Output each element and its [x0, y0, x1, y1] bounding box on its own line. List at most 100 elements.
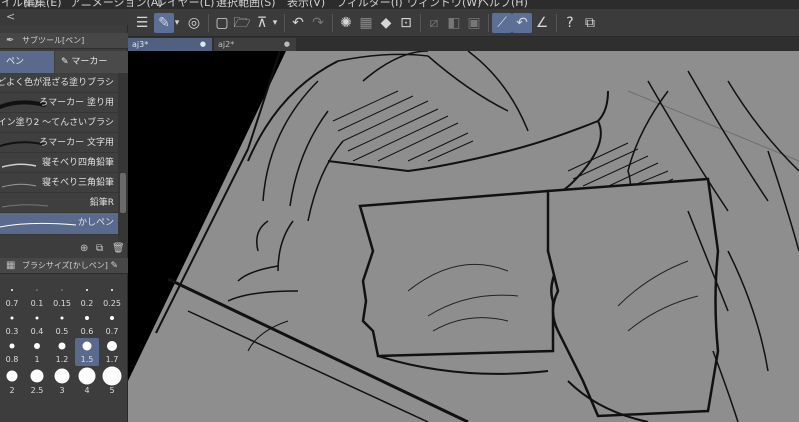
- size-preset[interactable]: 0.1: [25, 282, 49, 310]
- layer-edit-icon[interactable]: ✎: [154, 13, 174, 33]
- spiral-icon[interactable]: ◎: [184, 13, 204, 33]
- snap-special-icon[interactable]: ∠: [532, 13, 552, 33]
- menu-bar: ァイル(F) 編集(E) アニメーション(A) レイヤー(L) 選択範囲(S) …: [0, 0, 799, 9]
- subtool-panel-title: サブツール[ペン]: [22, 36, 85, 45]
- menu-selection[interactable]: 選択範囲(S): [216, 0, 276, 9]
- brush-name: かしペン: [77, 218, 114, 228]
- menu-help[interactable]: ヘルプ(H): [478, 0, 528, 9]
- collapse-panel-button[interactable]: <: [0, 9, 128, 25]
- list-item-selected[interactable]: かしペン: [0, 213, 118, 235]
- grid-icon[interactable]: ▦: [356, 13, 376, 33]
- size-preset[interactable]: 0.15: [50, 282, 74, 310]
- size-preset[interactable]: 5: [100, 366, 124, 395]
- tab-label: aj2*: [218, 40, 235, 49]
- help-icon[interactable]: ?: [560, 13, 580, 33]
- drawing-canvas[interactable]: [128, 51, 799, 422]
- size-preset[interactable]: 4: [75, 366, 99, 395]
- brush-name: ろマーカー 塗り用: [39, 98, 114, 108]
- list-item[interactable]: ほどよく色が混ざる塗りブラシ: [0, 73, 118, 93]
- size-preset[interactable]: 2.5: [25, 366, 49, 395]
- size-preset[interactable]: 1.7: [100, 338, 124, 366]
- menu-edit[interactable]: 編集(E): [24, 0, 62, 9]
- document-tabs: aj3* ● aj2* ●: [128, 37, 799, 51]
- brush-name: メイン塗り2 ～てんさいブラシ: [0, 118, 114, 128]
- stroke-preview-icon: [0, 222, 77, 228]
- size-preset[interactable]: 0.2: [75, 282, 99, 310]
- size-preset[interactable]: 0.7: [0, 282, 24, 310]
- tab-pen[interactable]: ペン: [0, 51, 54, 73]
- size-preset[interactable]: 1: [25, 338, 49, 366]
- menu-animation[interactable]: アニメーション(A): [70, 0, 163, 9]
- size-preset[interactable]: 0.7: [100, 310, 124, 338]
- brush-name: ほどよく色が混ざる塗りブラシ: [0, 78, 114, 88]
- size-preset[interactable]: 1.2: [50, 338, 74, 366]
- tab-document-aj2[interactable]: aj2* ●: [214, 38, 296, 51]
- canvas-area[interactable]: [128, 51, 799, 422]
- subtool-panel-header: ✒ サブツール[ペン]: [0, 33, 128, 49]
- size-preset[interactable]: 0.25: [100, 282, 124, 310]
- window-icon[interactable]: ⧉: [580, 13, 600, 33]
- tab-label: aj3*: [132, 40, 149, 49]
- scrollbar-thumb[interactable]: [120, 173, 126, 213]
- brushsize-panel-header: ▦ ブラシサイズ[かしペン] ✎: [0, 258, 128, 274]
- trash-icon[interactable]: 🗑: [112, 243, 125, 254]
- loading-icon[interactable]: ✺: [336, 13, 356, 33]
- list-item[interactable]: ろマーカー 文字用: [0, 133, 118, 153]
- size-preset[interactable]: 2: [0, 366, 24, 395]
- chevron-down-icon[interactable]: ▾: [270, 13, 280, 33]
- frame-icon[interactable]: ▣: [464, 13, 484, 33]
- transform-icon[interactable]: ⊡: [396, 13, 416, 33]
- tab-marker[interactable]: ✎ マーカー: [55, 51, 128, 73]
- size-preset[interactable]: 0.4: [25, 310, 49, 338]
- clear-icon[interactable]: ◧: [444, 13, 464, 33]
- menu-filter[interactable]: フィルター(I): [336, 0, 403, 9]
- undo-icon[interactable]: ↶: [288, 13, 308, 33]
- brushsize-panel-title: ブラシサイズ[かしペン]: [22, 261, 108, 270]
- brush-list-scrollbar[interactable]: [118, 73, 128, 243]
- brush-name: 寝そべり四角鉛筆: [41, 158, 114, 168]
- open-folder-icon[interactable]: 🗁: [232, 13, 252, 33]
- menu-window[interactable]: ウィンドウ(W): [407, 0, 481, 9]
- list-item[interactable]: 寝そべり三角鉛筆: [0, 173, 118, 193]
- save-icon[interactable]: ⊼: [252, 13, 272, 33]
- brush-name: 寝そべり三角鉛筆: [41, 178, 114, 188]
- size-preset[interactable]: 0.6: [75, 310, 99, 338]
- list-item[interactable]: 寝そべり四角鉛筆: [0, 153, 118, 173]
- snap-curve-icon[interactable]: ↶: [512, 13, 532, 33]
- add-subtool-icon[interactable]: ⊕: [80, 243, 88, 254]
- close-icon[interactable]: ●: [200, 38, 206, 51]
- pen-icon: ✒: [6, 35, 15, 46]
- list-item[interactable]: 鉛筆R: [0, 193, 118, 213]
- size-preset[interactable]: 0.8: [0, 338, 24, 366]
- grid-icon: ▦: [6, 260, 16, 271]
- brush-size-grid: 0.7 0.1 0.15 0.2 0.25 0.3 0.4 0.5 0.6 0.…: [0, 282, 128, 422]
- cut-selection-icon[interactable]: ⧄: [424, 13, 444, 33]
- marker-icon: ✎: [61, 57, 72, 67]
- new-document-icon[interactable]: ▢: [212, 13, 232, 33]
- menu-view[interactable]: 表示(V): [287, 0, 325, 9]
- size-preset[interactable]: 0.5: [50, 310, 74, 338]
- subtool-tabs: ペン ✎ マーカー: [0, 51, 128, 73]
- brush-name: 鉛筆R: [89, 198, 114, 208]
- size-preset[interactable]: 0.3: [0, 310, 24, 338]
- menu-icon[interactable]: ☰: [132, 13, 152, 33]
- fill-icon[interactable]: ◆: [376, 13, 396, 33]
- brush-name: ろマーカー 文字用: [39, 138, 114, 148]
- close-icon[interactable]: ●: [284, 38, 290, 51]
- left-panel: < ✒ サブツール[ペン] ペン ✎ マーカー ほどよく色が混ざる塗りブラシ ろ…: [0, 9, 128, 422]
- size-preset[interactable]: 3: [50, 366, 74, 395]
- pen-icon: ✎: [110, 261, 118, 271]
- size-preset-selected[interactable]: 1.5: [75, 338, 99, 366]
- menu-layer[interactable]: レイヤー(L): [156, 0, 214, 9]
- redo-icon[interactable]: ↷: [308, 13, 328, 33]
- subtool-actions: ⊕ ⧉ 🗑: [0, 243, 128, 257]
- list-item[interactable]: ろマーカー 塗り用: [0, 93, 118, 113]
- list-item[interactable]: メイン塗り2 ～てんさいブラシ: [0, 113, 118, 133]
- command-bar: ☰ ✎ ▾ ◎ ▢ 🗁 ⊼ ▾ ↶ ↷ ✺ ▦ ◆ ⊡ ⧄ ◧ ▣ ⟋ ↶ ∠ …: [128, 9, 799, 37]
- tab-document-aj3[interactable]: aj3* ●: [128, 38, 212, 51]
- brush-list: ほどよく色が混ざる塗りブラシ ろマーカー 塗り用 メイン塗り2 ～てんさいブラシ…: [0, 73, 118, 243]
- tab-marker-label: マーカー: [71, 57, 108, 67]
- snap-ruler-icon[interactable]: ⟋: [492, 13, 512, 33]
- chevron-down-icon[interactable]: ▾: [172, 13, 182, 33]
- copy-subtool-icon[interactable]: ⧉: [96, 243, 103, 254]
